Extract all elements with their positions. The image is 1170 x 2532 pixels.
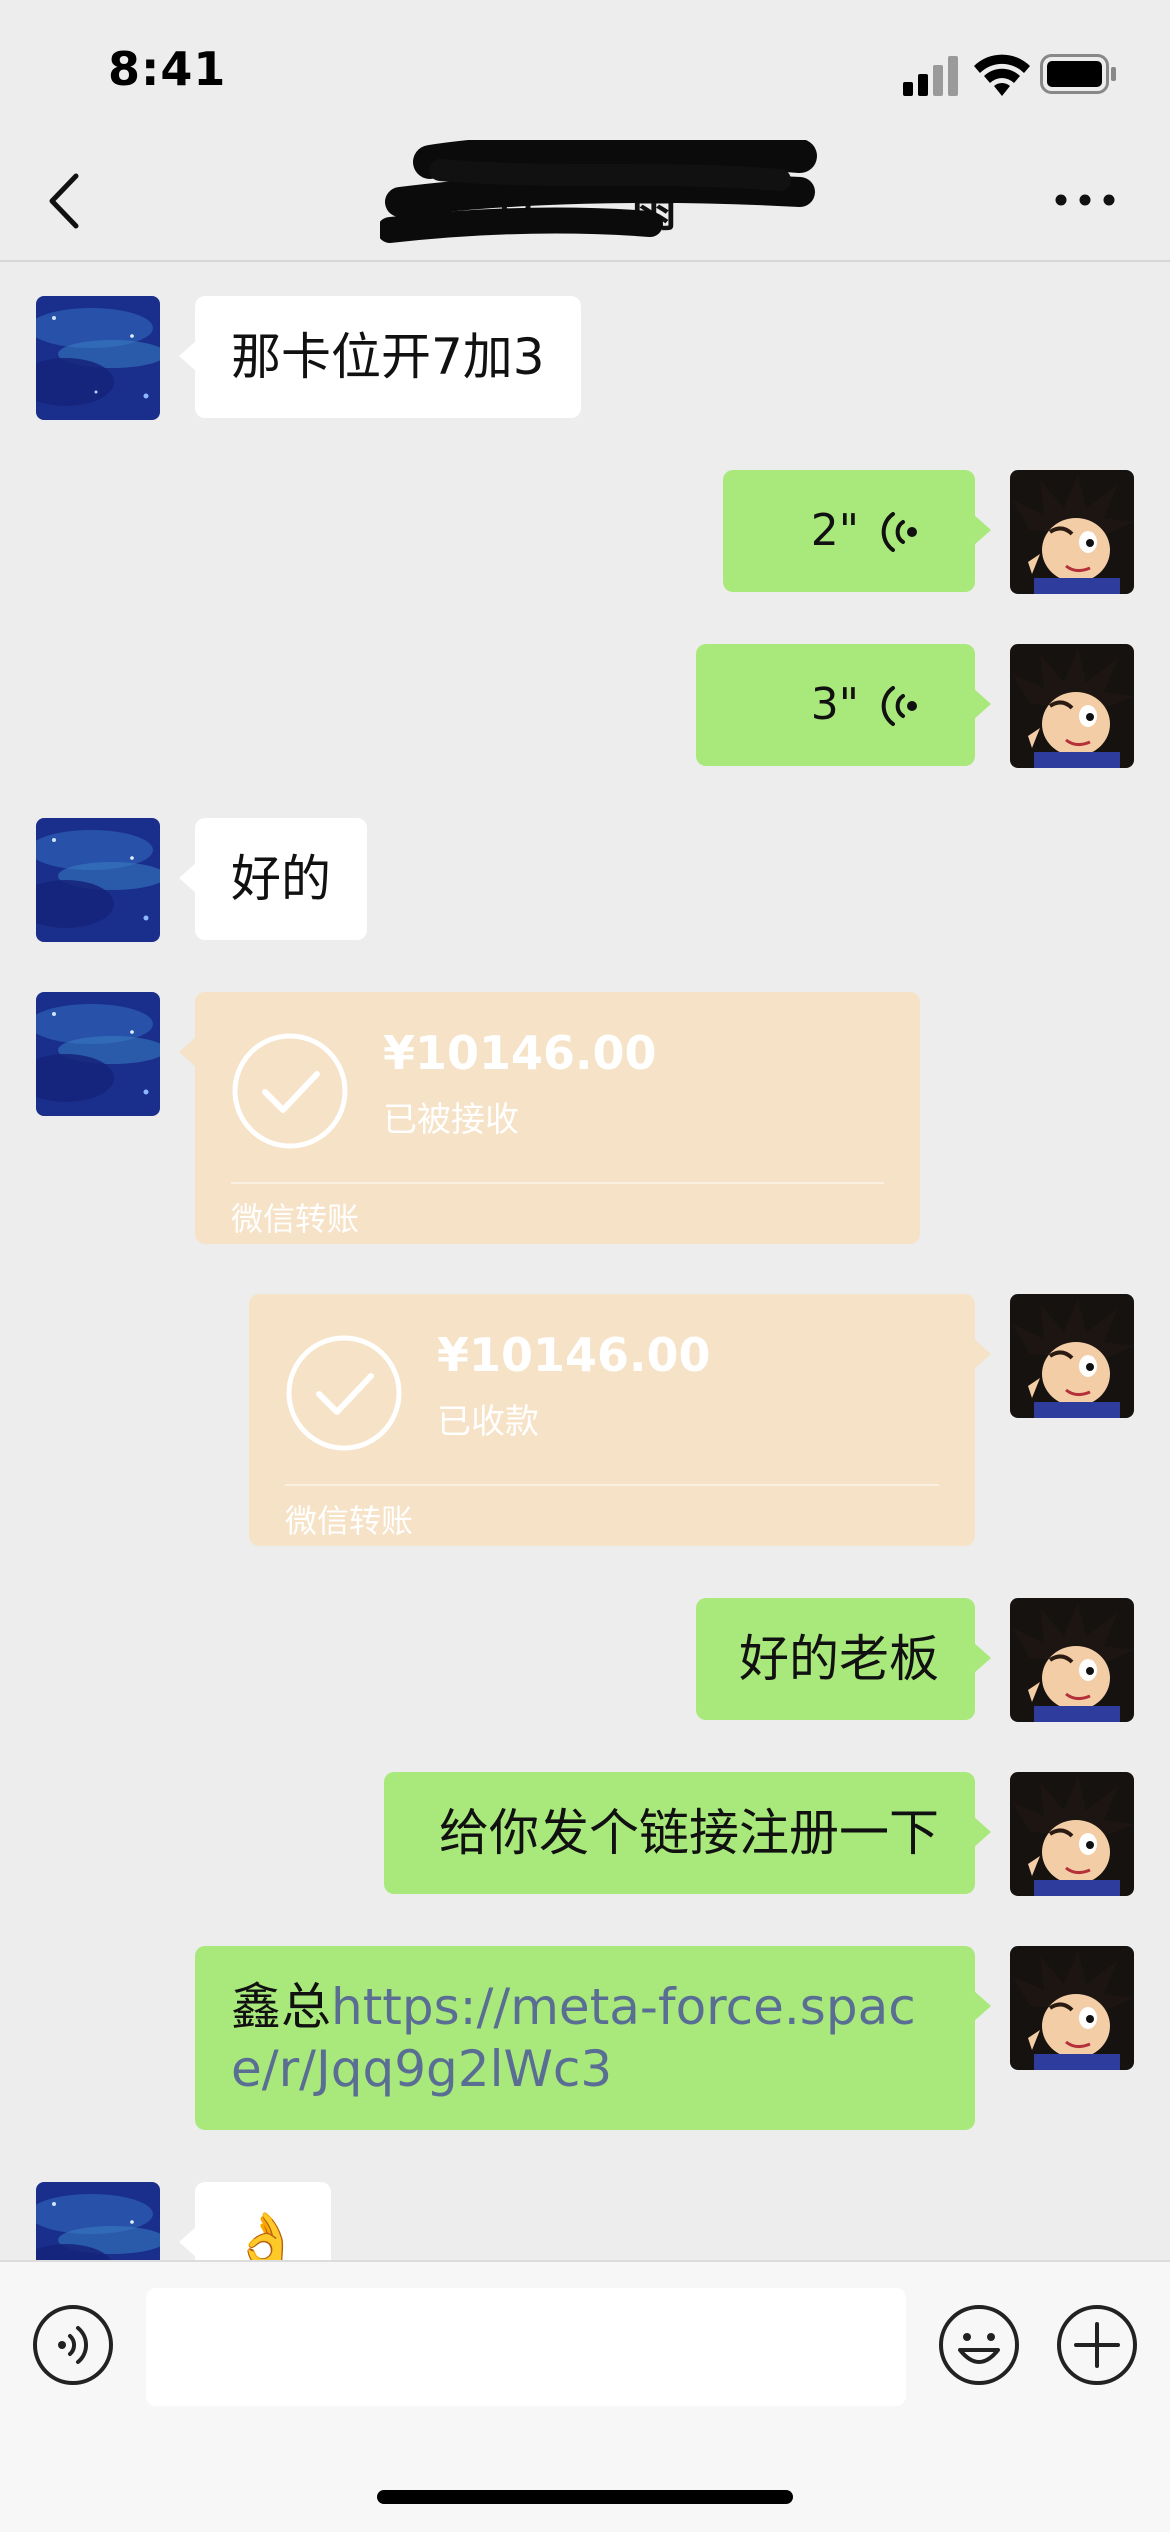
transfer-status: 已被接收 (383, 1100, 519, 1140)
message-bubble-sent[interactable]: 给你发个链接注册一下 (384, 1772, 991, 1894)
voice-duration: 2" (810, 505, 859, 556)
emoji-icon[interactable] (938, 2304, 1020, 2386)
transfer-amount: ¥10146.00 (383, 1026, 657, 1080)
battery-icon (1040, 54, 1116, 94)
voice-message-icon (881, 512, 917, 552)
my-avatar[interactable] (1010, 1294, 1134, 1418)
my-avatar[interactable] (1010, 1946, 1134, 2070)
voice-message-bubble[interactable]: 2" (723, 470, 991, 592)
voice-duration: 3" (810, 679, 859, 730)
message-text: 给你发个链接注册一下 (439, 1804, 939, 1862)
wifi-icon (974, 54, 1030, 96)
message-bubble-sent[interactable]: 好的老板 (696, 1598, 991, 1720)
voice-toggle-icon[interactable] (32, 2304, 114, 2386)
check-icon (232, 1033, 348, 1149)
emoji-message: 👌 (231, 2210, 301, 2261)
plus-icon[interactable] (1056, 2304, 1138, 2386)
message-input[interactable] (146, 2288, 906, 2406)
transfer-source-label: 微信转账 (285, 1502, 414, 1540)
transfer-card[interactable]: ¥10146.00 已被接收 微信转账 (179, 992, 920, 1244)
contact-avatar[interactable] (36, 992, 160, 1116)
transfer-amount: ¥10146.00 (437, 1328, 711, 1382)
message-text: 好的老板 (739, 1630, 939, 1688)
divider (285, 1484, 939, 1486)
my-avatar[interactable] (1010, 1598, 1134, 1722)
input-bar (0, 2260, 1170, 2532)
message-bubble-received[interactable]: 👌 (179, 2182, 331, 2261)
nav-bar: 且……雨 (0, 140, 1170, 262)
status-bar: 8:41 (0, 0, 1170, 140)
message-text: 好的 (231, 850, 331, 908)
check-icon (286, 1335, 402, 1451)
message-bubble-received[interactable]: 那卡位开7加3 (179, 296, 581, 418)
divider (231, 1182, 884, 1184)
my-avatar[interactable] (1010, 470, 1134, 594)
chat-messages[interactable]: 那卡位开7加3 2" 3" 好的 ¥10146.00 已被接收 微信转账 ¥10… (0, 262, 1170, 2260)
signal-icon (903, 56, 958, 96)
my-avatar[interactable] (1010, 1772, 1134, 1896)
my-avatar[interactable] (1010, 644, 1134, 768)
more-icon[interactable] (1052, 180, 1118, 220)
status-time: 8:41 (108, 42, 227, 96)
message-bubble-sent[interactable]: 鑫总https://meta-force.space/r/Jqq9g2lWc3 (195, 1946, 991, 2130)
message-text-prefix: 鑫总 (231, 1978, 331, 2036)
message-text: 那卡位开7加3 (231, 328, 545, 386)
contact-avatar[interactable] (36, 2182, 160, 2260)
transfer-status: 已收款 (437, 1402, 539, 1442)
contact-avatar[interactable] (36, 296, 160, 420)
transfer-card[interactable]: ¥10146.00 已收款 微信转账 (249, 1294, 991, 1546)
message-link[interactable]: https://meta-force.space/r/Jqq9g2lWc3 (231, 1978, 916, 2098)
message-bubble-received[interactable]: 好的 (179, 818, 367, 940)
title-redaction-scribble (380, 140, 817, 243)
voice-message-bubble[interactable]: 3" (696, 644, 991, 766)
contact-avatar[interactable] (36, 818, 160, 942)
voice-message-icon (881, 686, 917, 726)
home-indicator[interactable] (377, 2490, 793, 2504)
transfer-source-label: 微信转账 (231, 1200, 360, 1238)
